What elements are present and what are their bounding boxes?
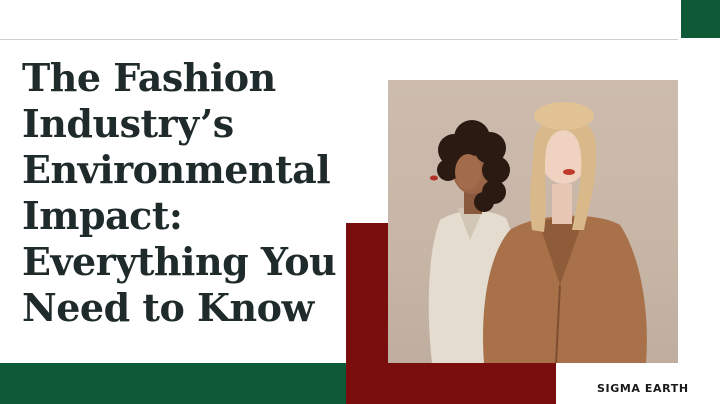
headline-line-1: The Fashion (22, 55, 276, 100)
headline-line-4: Impact: (22, 193, 183, 238)
headline-line-3: Environmental (22, 147, 331, 192)
header-divider (0, 39, 678, 40)
brand-logo-text: SIGMA EARTH (597, 382, 689, 395)
hero-photo (388, 80, 678, 363)
corner-accent-block (681, 0, 720, 38)
green-bottom-band (0, 363, 346, 404)
headline-line-5: Everything You (22, 239, 337, 284)
headline-line-2: Industry’s (22, 101, 234, 146)
headline-line-6: Need to Know (22, 285, 314, 330)
article-headline: The Fashion Industry’s Environmental Imp… (22, 55, 362, 331)
